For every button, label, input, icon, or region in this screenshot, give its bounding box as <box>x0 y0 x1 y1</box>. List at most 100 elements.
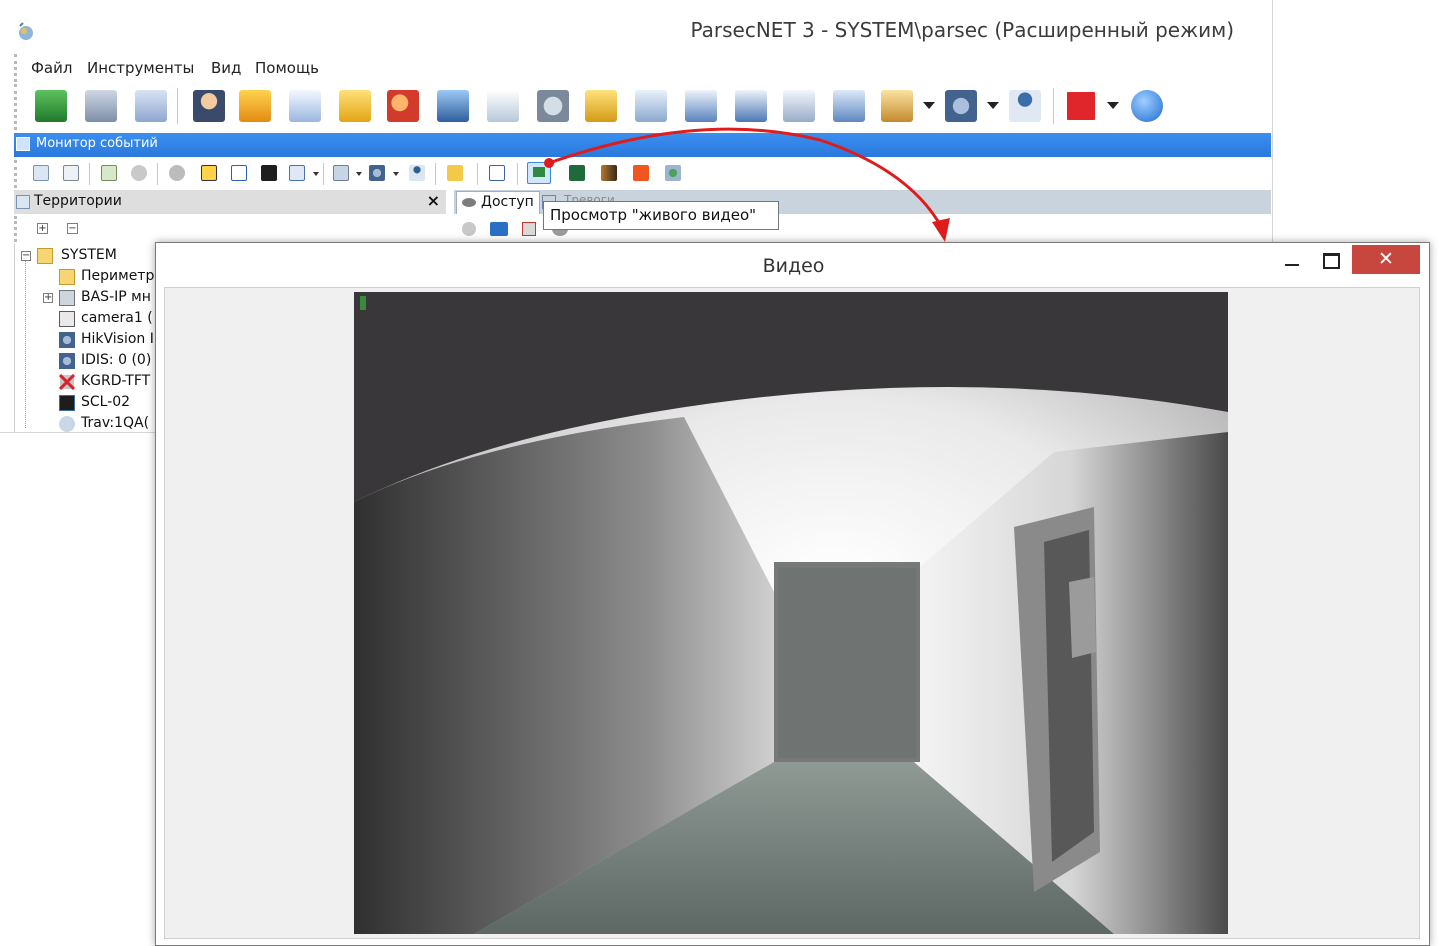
video-window-titlebar[interactable]: Видео ✕ <box>156 243 1429 287</box>
menu-tools[interactable]: Инструменты <box>87 59 194 77</box>
territory-toolbar: + − <box>14 216 449 242</box>
pass-icon[interactable] <box>131 165 147 181</box>
monitor-icon <box>16 137 30 151</box>
camera-dropdown-icon[interactable] <box>987 102 999 109</box>
territory-tree: − SYSTEM Периметр + BAS-IP мн camera1 ( … <box>14 244 165 432</box>
folder-icon <box>37 248 53 264</box>
document-edit-icon[interactable] <box>135 90 167 122</box>
live-video-feed[interactable] <box>354 292 1228 934</box>
collapse-all-button[interactable]: − <box>67 223 78 234</box>
maximize-button[interactable] <box>1313 245 1347 275</box>
event-monitor-title: Монитор событий <box>36 136 158 151</box>
id-card-icon[interactable] <box>585 90 617 122</box>
video-camera-icon[interactable] <box>945 90 977 122</box>
filter-icon[interactable] <box>522 222 536 236</box>
camera-icon[interactable] <box>369 165 385 181</box>
home-icon[interactable] <box>239 90 271 122</box>
statistics-icon[interactable] <box>735 90 767 122</box>
maximize-icon <box>1323 253 1340 269</box>
table-users-icon[interactable] <box>635 90 667 122</box>
users-icon[interactable] <box>387 90 419 122</box>
columns-icon[interactable] <box>490 222 508 236</box>
tree-node-label: KGRD-TFT <box>81 373 151 389</box>
window-icon[interactable] <box>289 165 305 181</box>
close-button[interactable]: ✕ <box>1352 245 1420 274</box>
toolbar-separator <box>435 163 436 185</box>
collapse-node-button[interactable]: − <box>21 251 31 261</box>
speech-icon <box>59 416 75 432</box>
checklist-icon[interactable] <box>489 165 505 181</box>
operator-icon[interactable] <box>1009 90 1041 122</box>
tree-node-label: Периметр <box>81 268 155 284</box>
person-icon[interactable] <box>193 90 225 122</box>
tree-node-label: camera1 ( <box>81 310 153 326</box>
territory-panel-close-button[interactable]: × <box>427 191 440 210</box>
edit-icon[interactable] <box>231 165 247 181</box>
territory-icon[interactable] <box>33 165 49 181</box>
exit-icon[interactable] <box>1065 90 1097 122</box>
video-window: Видео ✕ <box>155 242 1430 946</box>
monitor-icon[interactable] <box>437 90 469 122</box>
menu-help[interactable]: Помощь <box>255 59 319 77</box>
video-window-client <box>164 287 1420 939</box>
device-icon <box>59 311 75 327</box>
corridor-image <box>354 292 1228 934</box>
help-icon[interactable] <box>1131 90 1163 122</box>
toolbar-separator <box>477 163 478 185</box>
music-icon[interactable] <box>447 165 463 181</box>
expand-node-button[interactable]: + <box>43 293 53 303</box>
report-chart-icon[interactable] <box>685 90 717 122</box>
operator-icon[interactable] <box>409 165 425 181</box>
lock-icon[interactable] <box>339 90 371 122</box>
app-logo-icon <box>14 20 38 44</box>
menu-file[interactable]: Файл <box>31 59 72 77</box>
schedule-icon[interactable] <box>487 90 519 122</box>
tree-node-label: IDIS: 0 (0) <box>81 352 152 368</box>
controller-icon[interactable] <box>35 90 67 122</box>
grid-icon[interactable] <box>63 165 79 181</box>
terminal-icon <box>59 395 75 411</box>
map-icon[interactable] <box>101 165 117 181</box>
live-video-button[interactable] <box>527 162 551 184</box>
access-icon[interactable] <box>169 165 185 181</box>
minimize-icon <box>1285 264 1299 266</box>
tab-access[interactable]: Доступ <box>456 191 540 214</box>
portrait-icon[interactable] <box>881 90 913 122</box>
tooltip-text: Просмотр "живого видео" <box>550 206 757 224</box>
database-icon[interactable] <box>665 165 681 181</box>
camera-dropdown-icon[interactable] <box>393 172 399 176</box>
event-monitor-header: Монитор событий <box>14 133 1271 157</box>
expand-all-button[interactable]: + <box>37 223 48 234</box>
photo-id-icon[interactable] <box>833 90 865 122</box>
exit-dropdown-icon[interactable] <box>1107 102 1119 109</box>
terminal-icon[interactable] <box>261 165 277 181</box>
app-titlebar: ParsecNET 3 - SYSTEM\parsec (Расширенный… <box>0 8 1272 52</box>
building-icon[interactable] <box>85 90 117 122</box>
menu-view[interactable]: Вид <box>211 59 241 77</box>
folder-icon <box>59 269 75 285</box>
door-icon[interactable] <box>601 165 617 181</box>
monitor-toolbar <box>14 160 681 188</box>
toolbar-separator <box>323 163 324 185</box>
info-icon[interactable] <box>462 222 476 236</box>
video-window-title: Видео <box>762 255 825 277</box>
badge-icon[interactable] <box>783 90 815 122</box>
camera-icon <box>59 353 75 369</box>
tab-access-label: Доступ <box>481 194 534 210</box>
fire-icon[interactable] <box>633 165 649 181</box>
reader-icon[interactable] <box>333 165 349 181</box>
territory-panel-header: Территории × <box>14 190 446 214</box>
settings-gear-icon[interactable] <box>537 90 569 122</box>
calendar-icon[interactable] <box>289 90 321 122</box>
toolbar-separator <box>517 163 518 185</box>
minimize-button[interactable] <box>1274 245 1308 275</box>
portrait-dropdown-icon[interactable] <box>923 102 935 109</box>
alarm-icon[interactable] <box>201 165 217 181</box>
video-archive-icon[interactable] <box>569 165 585 181</box>
window-dropdown-icon[interactable] <box>313 172 319 176</box>
live-video-tooltip: Просмотр "живого видео" <box>543 201 779 230</box>
app-title: ParsecNET 3 - SYSTEM\parsec (Расширенный… <box>690 18 1234 42</box>
toolbar-separator <box>177 88 178 124</box>
tree-node-label: Trav:1QA( <box>81 415 150 431</box>
reader-dropdown-icon[interactable] <box>356 172 362 176</box>
